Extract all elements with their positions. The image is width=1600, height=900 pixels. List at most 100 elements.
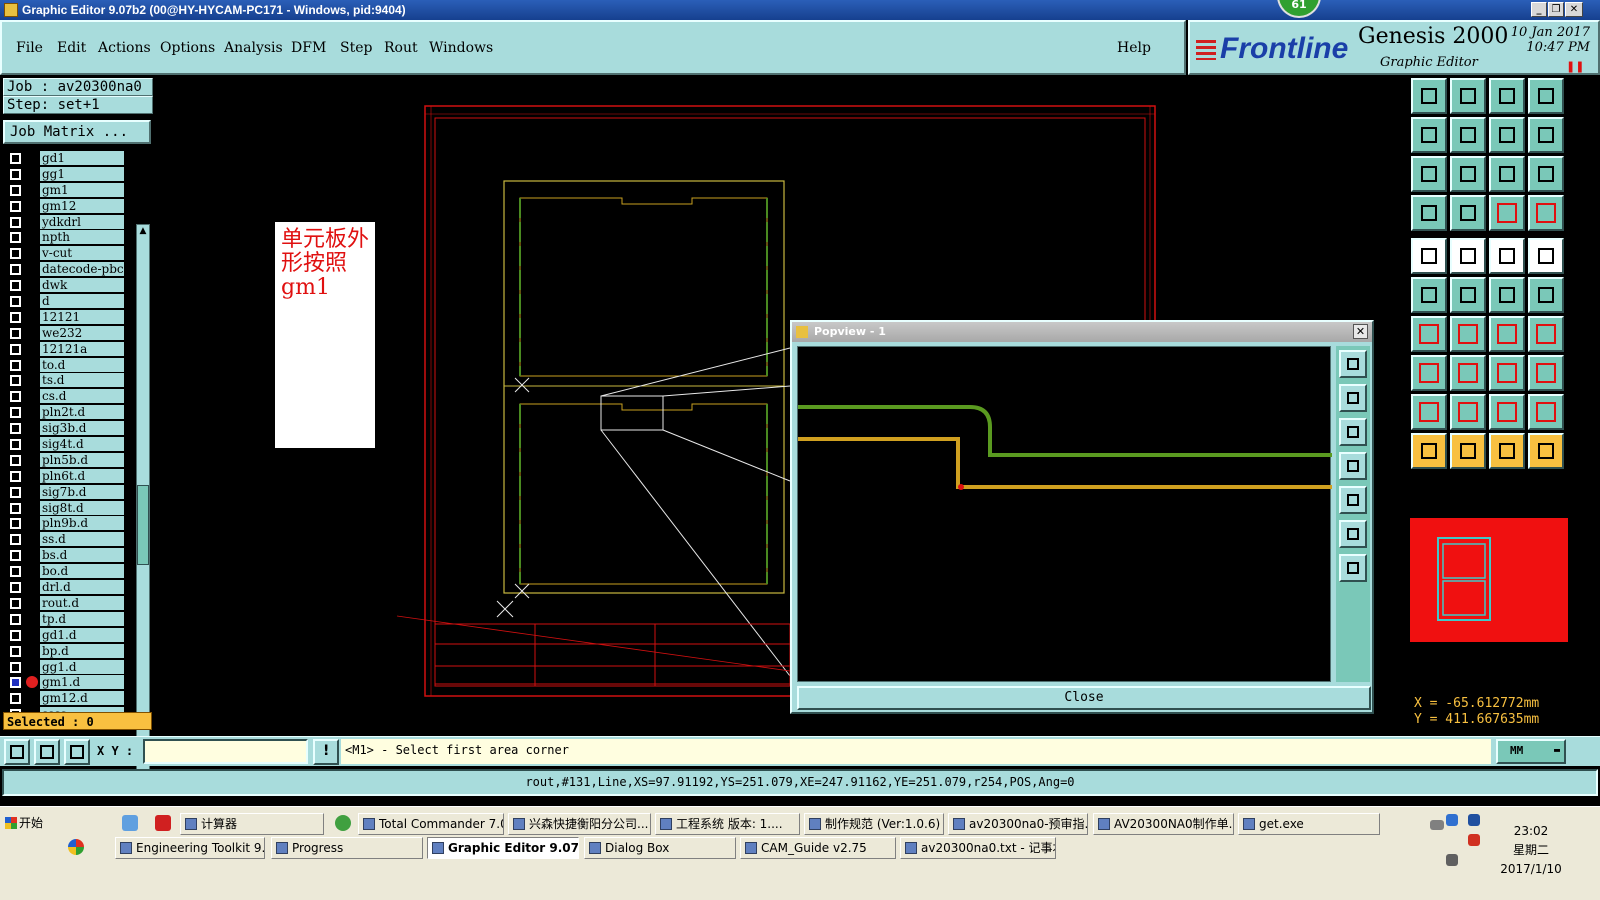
layer-row[interactable]: dwk: [3, 278, 136, 294]
layer-name[interactable]: npth: [40, 230, 124, 245]
layer-checkbox[interactable]: [10, 391, 21, 403]
home-button[interactable]: [1489, 78, 1525, 114]
layer-scrollbar[interactable]: ▲ ▼: [136, 224, 150, 784]
layer-checkbox[interactable]: [10, 423, 21, 435]
layer-checkbox[interactable]: [10, 470, 21, 482]
popview-zoom-drawing[interactable]: [798, 347, 1332, 683]
fit-all-button[interactable]: [1450, 156, 1486, 192]
taskbar-button[interactable]: AV20300NA0制作单....: [1093, 813, 1234, 835]
layer-row[interactable]: ss.d: [3, 532, 136, 548]
pad-button[interactable]: [1411, 238, 1447, 274]
overview-map[interactable]: [1410, 518, 1568, 642]
layer-row[interactable]: sig3b.d: [3, 421, 136, 437]
display-icon[interactable]: [1468, 814, 1480, 826]
menu-edit[interactable]: Edit: [57, 40, 86, 56]
network-icon[interactable]: [1446, 814, 1458, 826]
layer-row[interactable]: v-cut: [3, 246, 136, 262]
cut-line-button[interactable]: [1450, 355, 1486, 391]
select-box-button[interactable]: [1450, 433, 1486, 469]
layer-checkbox[interactable]: [10, 153, 21, 164]
taskbar-button[interactable]: Progress: [271, 837, 423, 859]
popview-pan-left-button[interactable]: [1339, 452, 1367, 480]
delete-button[interactable]: [1450, 277, 1486, 313]
undo-zoom-button[interactable]: [1489, 117, 1525, 153]
select-net-button[interactable]: [1528, 433, 1564, 469]
polygon-button[interactable]: [1411, 394, 1447, 430]
layer-display-button[interactable]: [1528, 195, 1564, 231]
layer-row[interactable]: gm12: [3, 198, 136, 215]
layer-name[interactable]: gg1: [40, 166, 124, 181]
text-a-button[interactable]: [1489, 394, 1525, 430]
layer-row[interactable]: npth: [3, 230, 136, 246]
layer-name[interactable]: gd1.d: [40, 627, 124, 642]
layer-row[interactable]: sig4t.d: [3, 437, 136, 453]
menu-help[interactable]: Help: [1117, 40, 1151, 56]
move-button[interactable]: [1489, 277, 1525, 313]
layer-name[interactable]: sig8t.d: [40, 500, 124, 515]
popview-titlebar[interactable]: Popview - 1 ✕: [792, 322, 1372, 342]
job-matrix-button[interactable]: Job Matrix ...: [3, 120, 151, 144]
layer-name[interactable]: ydkdrl: [40, 214, 124, 229]
layer-row[interactable]: bp.d: [3, 643, 136, 660]
layer-row[interactable]: gm12.d: [3, 691, 136, 707]
layer-name[interactable]: gm1: [40, 182, 124, 197]
layer-checkbox[interactable]: [10, 200, 21, 212]
fit-height-button[interactable]: [1411, 156, 1447, 192]
copy-button[interactable]: [1528, 277, 1564, 313]
layer-row[interactable]: gd1: [3, 151, 136, 167]
layer-name[interactable]: bs.d: [40, 548, 124, 563]
layer-name[interactable]: tp.d: [40, 611, 124, 626]
layer-name[interactable]: rout.d: [40, 595, 124, 610]
xy-input[interactable]: [143, 739, 308, 764]
mirror-button[interactable]: [1528, 316, 1564, 352]
layer-checkbox[interactable]: [10, 375, 21, 387]
layer-row[interactable]: d: [3, 294, 136, 310]
layer-checkbox[interactable]: [10, 327, 21, 339]
measure-mode-button[interactable]: [34, 739, 60, 765]
layer-name[interactable]: pln2t.d: [40, 405, 124, 420]
layer-row[interactable]: gm1: [3, 182, 136, 199]
layer-name[interactable]: we232: [40, 325, 124, 340]
layer-checkbox[interactable]: [10, 264, 21, 276]
taskbar-button[interactable]: CAM_Guide v2.75: [740, 837, 896, 859]
layer-checkbox[interactable]: [10, 407, 21, 419]
pan-right-button[interactable]: [1450, 117, 1486, 153]
layer-checkbox[interactable]: [10, 232, 21, 244]
layer-row[interactable]: to.d: [3, 357, 136, 374]
layer-row[interactable]: ts.d: [3, 373, 136, 389]
layer-checkbox[interactable]: [10, 613, 21, 625]
zoom-1-1-button[interactable]: [1489, 156, 1525, 192]
layer-name[interactable]: ts.d: [40, 373, 124, 388]
layer-checkbox[interactable]: [10, 645, 21, 657]
layer-checkbox[interactable]: [10, 693, 21, 705]
layer-row[interactable]: bs.d: [3, 548, 136, 564]
layer-name[interactable]: d: [40, 294, 124, 309]
pdf-icon[interactable]: [155, 815, 171, 831]
layer-checkbox[interactable]: [10, 359, 21, 371]
layer-checkbox[interactable]: [10, 280, 21, 292]
layer-row[interactable]: we232: [3, 325, 136, 342]
taskbar-button[interactable]: get.exe: [1238, 813, 1380, 835]
layer-row[interactable]: ydkdrl: [3, 214, 136, 231]
dimension-button[interactable]: [1489, 355, 1525, 391]
settings-button[interactable]: [1411, 195, 1447, 231]
layer-row[interactable]: gd1.d: [3, 627, 136, 644]
layer-checkbox[interactable]: [10, 184, 21, 196]
restore-button[interactable]: ❐: [1548, 2, 1564, 17]
menu-rout[interactable]: Rout: [384, 40, 418, 56]
taskbar-button[interactable]: 工程系统 版本: 1....: [655, 813, 800, 835]
redraw-button[interactable]: [1528, 117, 1564, 153]
layer-name[interactable]: bo.d: [40, 564, 124, 579]
select-touch-button[interactable]: [1489, 433, 1525, 469]
layer-name[interactable]: gm12: [40, 198, 124, 213]
popview-center-button[interactable]: [1339, 554, 1367, 582]
layer-name[interactable]: sig4t.d: [40, 437, 124, 452]
layer-row[interactable]: 12121a: [3, 341, 136, 358]
layer-compare-button[interactable]: [1489, 195, 1525, 231]
layer-name[interactable]: pln9b.d: [40, 516, 124, 531]
group-button[interactable]: [1528, 355, 1564, 391]
split-view-button[interactable]: [1528, 78, 1564, 114]
menu-analysis[interactable]: Analysis: [224, 40, 283, 56]
popview-close-icon[interactable]: ✕: [1353, 324, 1368, 339]
desktop-icon[interactable]: [68, 839, 84, 855]
